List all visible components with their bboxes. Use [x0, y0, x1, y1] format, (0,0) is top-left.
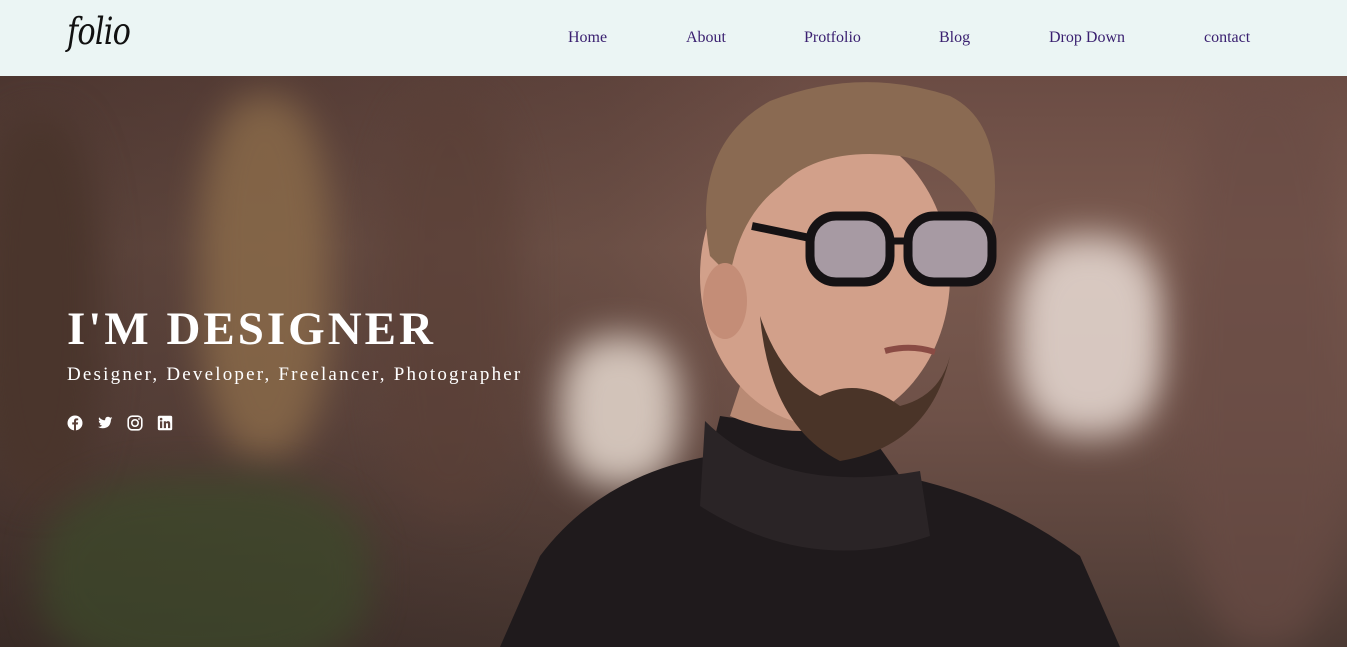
main-nav: Home About Protfolio Blog Drop Down cont… — [0, 0, 1347, 76]
background-blur — [40, 476, 370, 647]
social-links — [67, 415, 173, 431]
hero-section: I'M DESIGNER Designer, Developer, Freela… — [0, 76, 1347, 647]
hero-title: I'M DESIGNER — [67, 303, 436, 355]
facebook-icon[interactable] — [67, 415, 83, 431]
hero-text-block: I'M DESIGNER Designer, Developer, Freela… — [67, 302, 522, 386]
linkedin-icon[interactable] — [157, 415, 173, 431]
nav-home[interactable]: Home — [568, 29, 607, 47]
nav-blog[interactable]: Blog — [939, 29, 970, 47]
background-blur — [1180, 76, 1347, 647]
nav-dropdown[interactable]: Drop Down — [1049, 29, 1125, 47]
twitter-icon[interactable] — [97, 415, 113, 431]
nav-portfolio[interactable]: Protfolio — [804, 29, 861, 47]
hero-portrait-image — [500, 82, 1120, 647]
nav-contact[interactable]: contact — [1204, 29, 1250, 47]
instagram-icon[interactable] — [127, 415, 143, 431]
background-blur — [200, 96, 330, 456]
hero-subtitle: Designer, Developer, Freelancer, Photogr… — [67, 364, 523, 385]
top-navbar: folio Home About Protfolio Blog Drop Dow… — [0, 0, 1347, 76]
nav-about[interactable]: About — [686, 29, 726, 47]
